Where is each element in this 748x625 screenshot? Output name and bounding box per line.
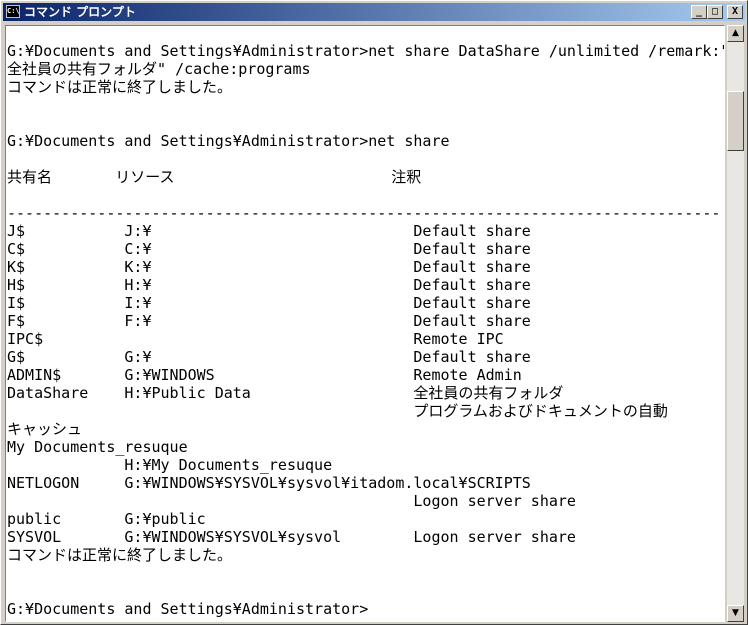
console-line: G:¥Documents and Settings¥Administrator>… [7,42,725,60]
console-line: My Documents_resuque [7,438,188,456]
scroll-thumb[interactable] [727,91,744,151]
console-line: C$ C:¥ Default share [7,240,531,258]
console-line: public G:¥public [7,510,206,528]
console-line: F$ F:¥ Default share [7,312,531,330]
console-line: J$ J:¥ Default share [7,222,531,240]
console-line: NETLOGON G:¥WINDOWS¥SYSVOL¥sysvol¥itadom… [7,474,531,492]
console-line: DataShare H:¥Public Data 全社員の共有フォルダ [7,384,564,402]
window-title: コマンド プロンプト [24,5,136,19]
scroll-down-button[interactable]: ▼ [727,605,744,622]
console-line: コマンドは正常に終了しました。 [7,546,233,564]
console-line: プログラムおよびドキュメントの自動 [7,402,668,420]
console-line: K$ K:¥ Default share [7,258,531,276]
console-line: コマンドは正常に終了しました。 [7,78,233,96]
console-line: ADMIN$ G:¥WINDOWS Remote Admin [7,366,522,384]
console-line: G$ G:¥ Default share [7,348,531,366]
console-line: G:¥Documents and Settings¥Administrator>… [7,132,450,150]
console-line: Logon server share [7,492,576,510]
scroll-up-button[interactable]: ▲ [727,25,744,42]
command-prompt-window: C:\ コマンド プロンプト _ □ X G:¥Documents and Se… [0,0,748,625]
vertical-scrollbar[interactable]: ▲ ▼ [727,25,744,622]
console-line: H$ H:¥ Default share [7,276,531,294]
maximize-button[interactable]: □ [707,5,723,19]
console-line: G:¥Documents and Settings¥Administrator> [7,600,369,618]
console-line: 共有名 リソース 注釈 [7,168,422,186]
console-line: I$ I:¥ Default share [7,294,531,312]
console-line: ----------------------------------------… [7,204,721,222]
console-line: SYSVOL G:¥WINDOWS¥SYSVOL¥sysvol Logon se… [7,528,576,546]
console-app-icon[interactable]: C:\ [6,5,20,18]
console-line: キャッシュ [7,420,83,438]
console-line: H:¥My Documents_resuque [7,456,333,474]
console-output-area[interactable]: G:¥Documents and Settings¥Administrator>… [5,25,725,622]
minimize-button[interactable]: _ [691,5,707,19]
console-line: 全社員の共有フォルダ" /cache:programs [7,60,311,78]
close-button[interactable]: X [727,5,743,19]
console-line: IPC$ Remote IPC [7,330,504,348]
title-bar[interactable]: C:\ コマンド プロンプト _ □ X [3,3,745,21]
console-text: G:¥Documents and Settings¥Administrator>… [7,42,725,618]
